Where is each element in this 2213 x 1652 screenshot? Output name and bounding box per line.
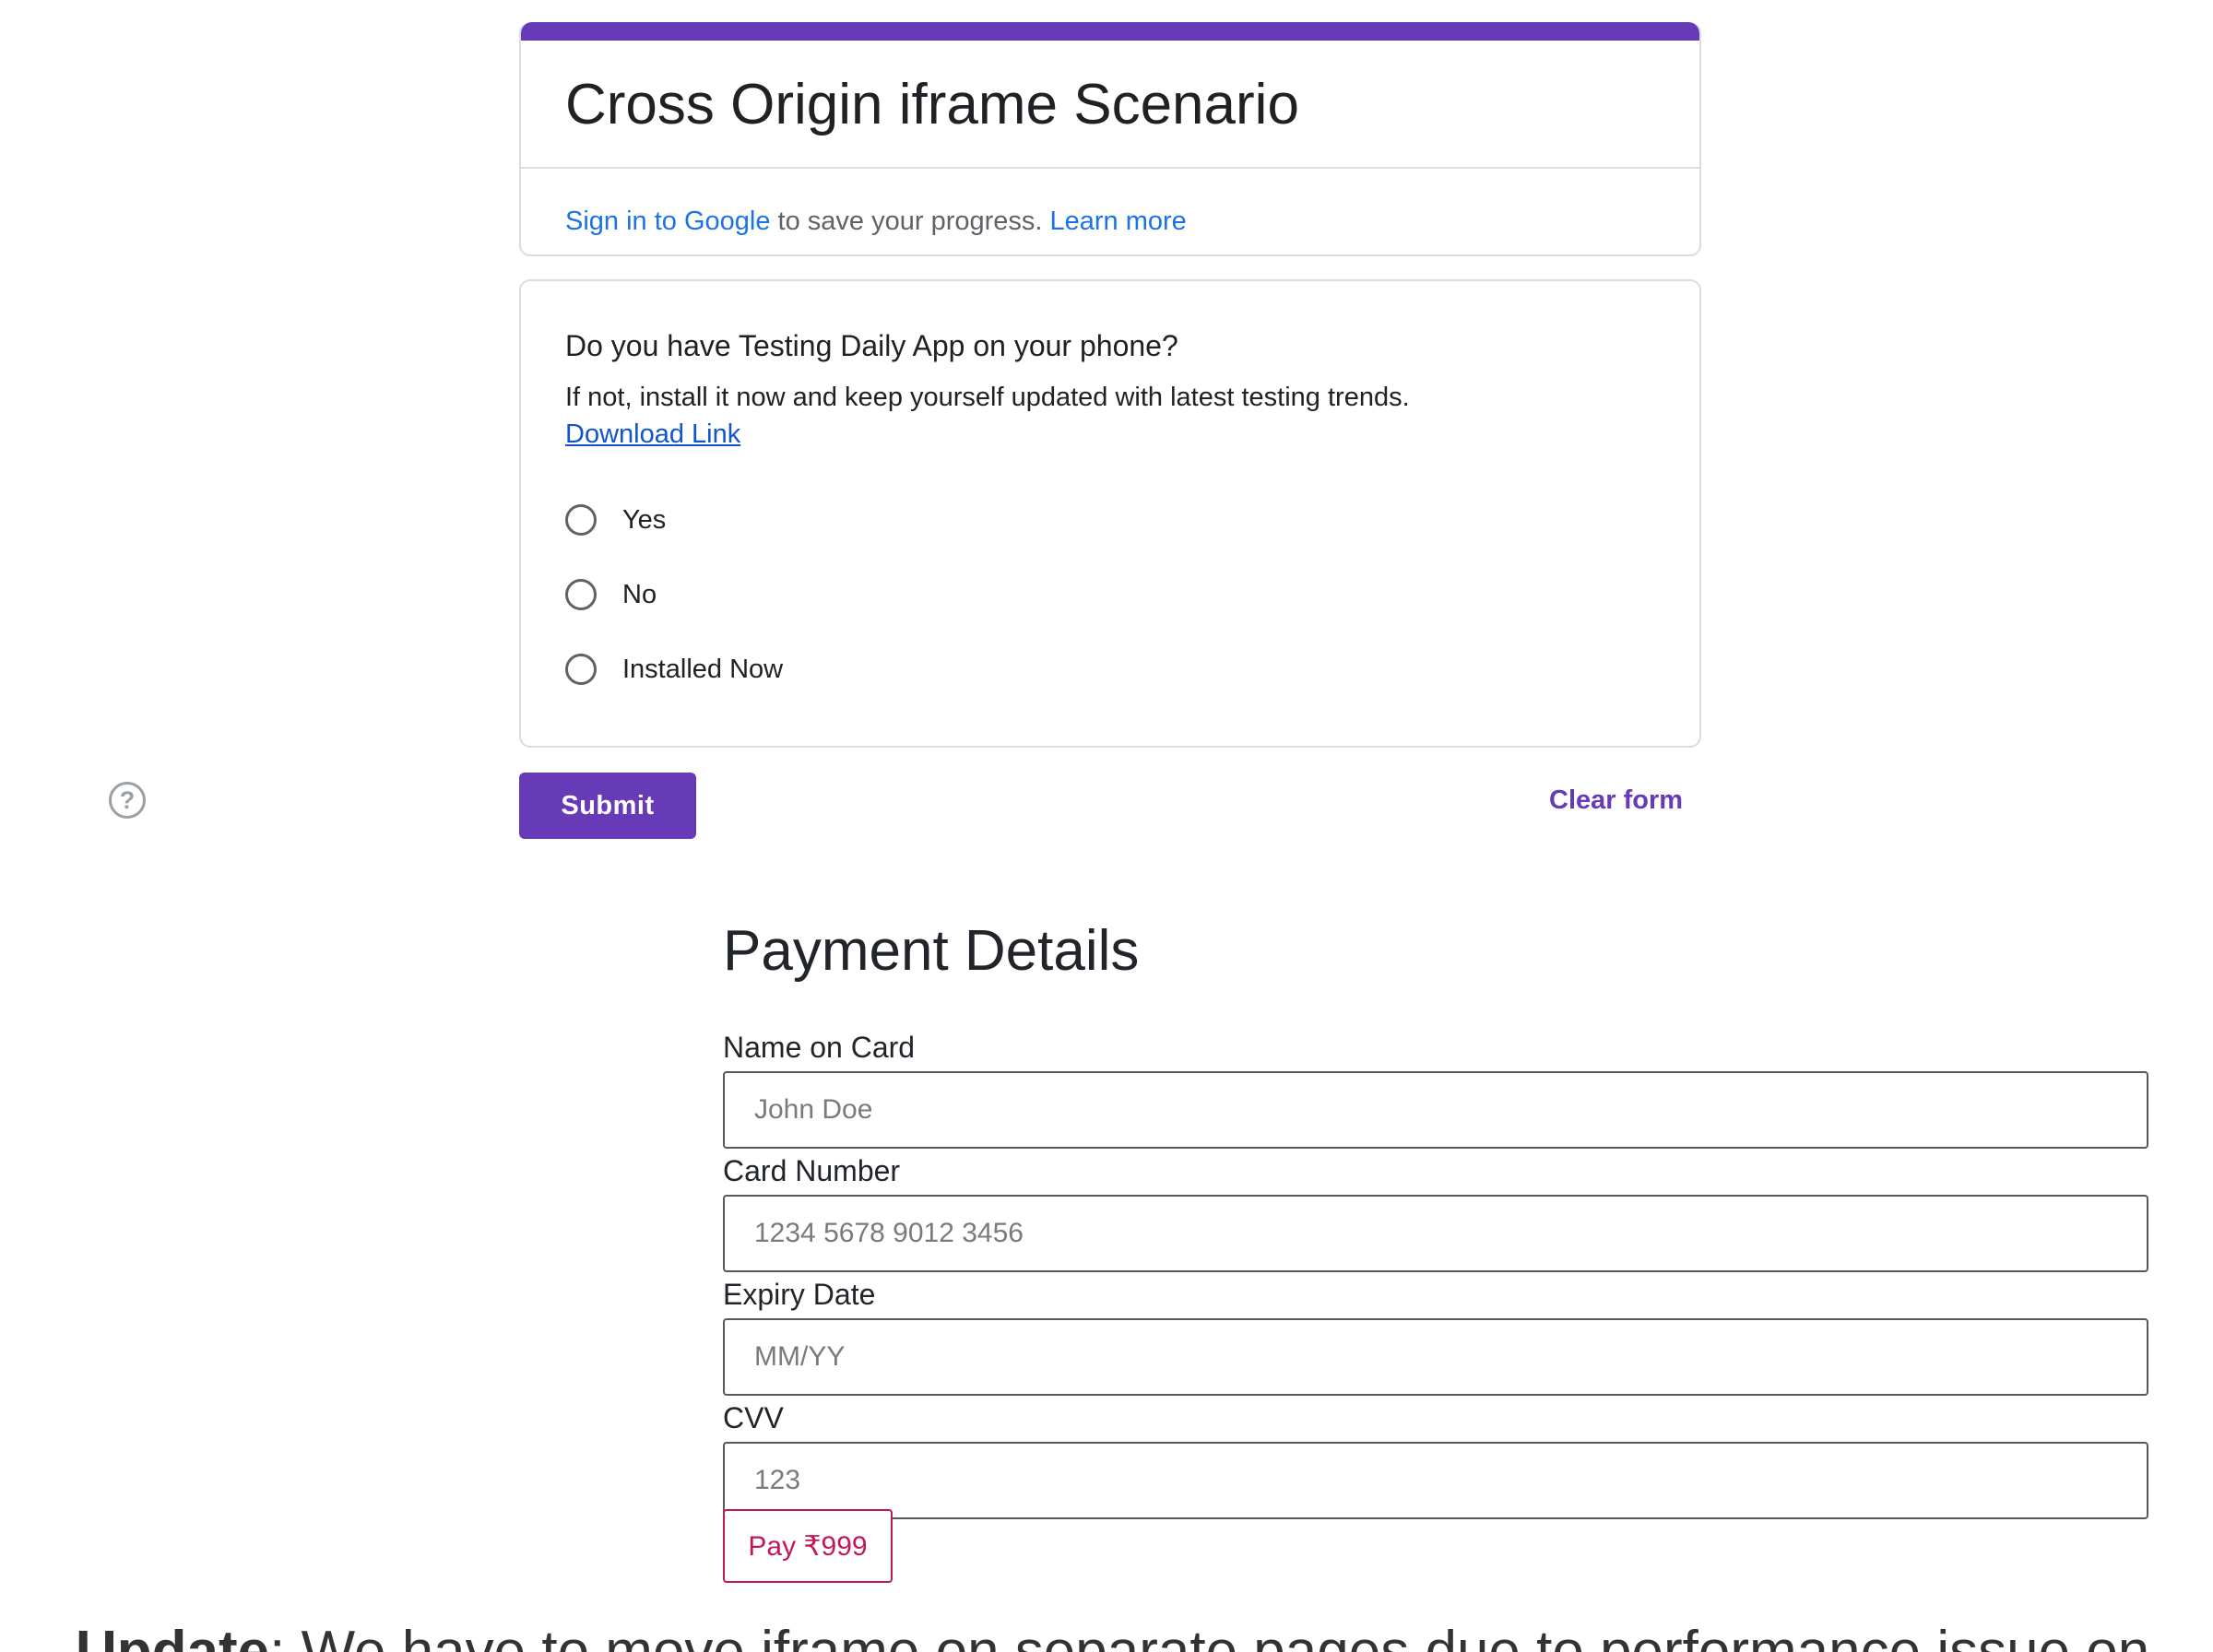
cvv-label: CVV [723,1401,784,1434]
clear-form-button[interactable]: Clear form [1549,785,1683,816]
radio-button[interactable] [565,504,597,536]
radio-option-label: Installed Now [622,654,784,684]
expiry-date-input[interactable] [723,1318,2148,1396]
radio-option-no[interactable]: No [565,579,657,610]
radio-button[interactable] [565,579,597,610]
signin-link[interactable]: Sign in to Google [565,206,770,236]
form-accent-bar [521,22,1699,41]
name-on-card-input[interactable] [723,1071,2148,1149]
cvv-input[interactable] [723,1442,2148,1519]
expiry-date-label: Expiry Date [723,1278,876,1311]
question-card: Do you have Testing Daily App on your ph… [519,279,1701,748]
card-number-label: Card Number [723,1154,901,1187]
signin-text: to save your progress. [770,206,1050,236]
help-icon[interactable]: ? [109,782,146,819]
update-text: : We have to move iframe on separate pag… [269,1620,2150,1652]
learn-more-link[interactable]: Learn more [1050,206,1187,236]
radio-option-label: Yes [622,504,667,535]
pay-button[interactable]: Pay ₹999 [723,1509,893,1583]
update-note: Update: We have to move iframe on separa… [76,1619,2149,1652]
form-title: Cross Origin iframe Scenario [565,73,1299,136]
payment-title: Payment Details [723,919,1140,983]
question-description-text: If not, install it now and keep yourself… [565,383,1410,412]
signin-notice: Sign in to Google to save your progress.… [565,206,1187,237]
question-title: Do you have Testing Daily App on your ph… [565,329,1178,362]
radio-option-yes[interactable]: Yes [565,504,666,536]
form-title-card: Cross Origin iframe Scenario Sign in to … [519,22,1701,256]
page: Cross Origin iframe Scenario Sign in to … [0,0,2213,1652]
radio-button[interactable] [565,654,597,685]
question-description: If not, install it now and keep yourself… [565,379,1410,453]
download-link[interactable]: Download Link [565,419,740,449]
name-on-card-label: Name on Card [723,1031,916,1064]
card-number-input[interactable] [723,1195,2148,1272]
radio-option-label: No [622,579,657,609]
divider [521,167,1699,169]
radio-option-installed-now[interactable]: Installed Now [565,654,783,685]
update-prefix: Update [76,1620,270,1652]
submit-button[interactable]: Submit [519,773,696,839]
